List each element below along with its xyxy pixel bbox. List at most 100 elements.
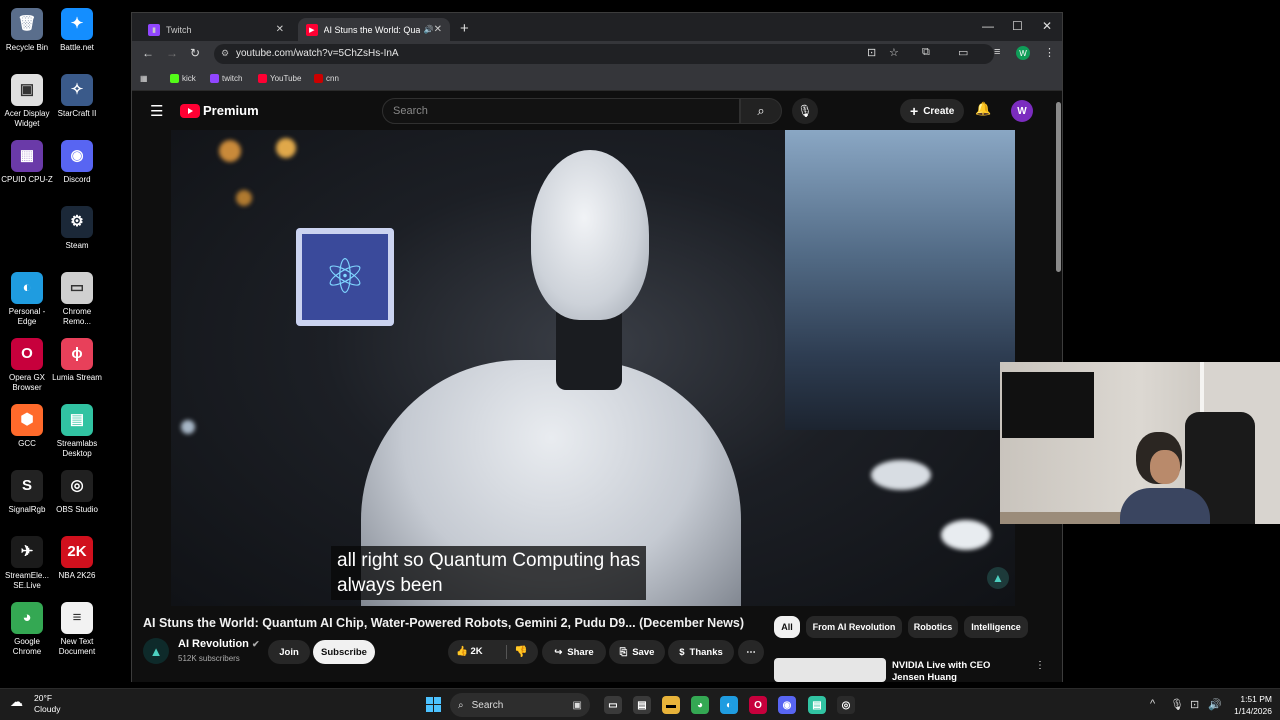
streamlabs-icon[interactable]: ▤ xyxy=(808,696,826,714)
microphone-icon[interactable]: 🎙 xyxy=(1170,698,1184,711)
bookmark-label: cnn xyxy=(326,74,339,83)
recommended-thumbnail[interactable] xyxy=(774,658,886,682)
thanks-button[interactable]: $ Thanks xyxy=(668,640,734,664)
channel-watermark-icon[interactable]: ▲ xyxy=(987,567,1009,589)
chip-robotics[interactable]: Robotics xyxy=(908,616,958,638)
desktop-icon-acer-display-widget[interactable]: ▣ Acer Display Widget xyxy=(0,74,55,129)
subscribe-button[interactable]: Subscribe xyxy=(313,640,375,664)
edge-icon[interactable]: ◐ xyxy=(720,696,738,714)
bookmark-youtube[interactable]: YouTube xyxy=(258,74,301,83)
chip-intelligence[interactable]: Intelligence xyxy=(964,616,1028,638)
dislike-button[interactable]: 👎 xyxy=(514,645,528,658)
taskbar-search[interactable]: ⌕ Search ▣ xyxy=(450,693,590,717)
save-button[interactable]: ⎘ Save xyxy=(609,640,665,664)
desktop-icon-nba-2k26[interactable]: 2K NBA 2K26 xyxy=(49,536,105,581)
profile-avatar[interactable]: W xyxy=(1016,46,1030,60)
desktop-icon-label: Acer Display Widget xyxy=(4,109,50,128)
desktop-icon-new-text-document[interactable]: ≡ New Text Document xyxy=(49,602,105,657)
opera-gx-icon[interactable]: O xyxy=(749,696,767,714)
youtube-logo[interactable]: Premium xyxy=(180,103,259,118)
tab-youtube[interactable]: ▶ AI Stuns the World: Quantu 🔊 ✕ xyxy=(298,18,450,41)
maximize-button[interactable]: ☐ xyxy=(1012,19,1023,33)
create-button[interactable]: + Create xyxy=(900,99,965,123)
desktop-icon-personal-edge[interactable]: ◐ Personal - Edge xyxy=(0,272,55,327)
reading-list-icon[interactable]: ≡ xyxy=(994,46,1000,58)
new-tab-button[interactable]: + xyxy=(460,20,469,37)
close-tab-icon[interactable]: ✕ xyxy=(276,24,284,35)
desktop-icon-obs-studio[interactable]: ◎ OBS Studio xyxy=(49,470,105,515)
desktop-icon-steam[interactable]: ⚙ Steam xyxy=(49,206,105,251)
bookmark-star-icon[interactable]: ☆ xyxy=(889,46,899,59)
recommended-title[interactable]: NVIDIA Live with CEO Jensen Huang xyxy=(892,660,1022,682)
desktop-icon-cpuid-cpu-z[interactable]: ▦ CPUID CPU-Z xyxy=(0,140,55,185)
audio-icon[interactable]: 🔊 xyxy=(424,25,434,34)
network-icon[interactable]: ⊡ xyxy=(1190,698,1199,711)
desktop-icon-gcc[interactable]: ⬢ GCC xyxy=(0,404,55,449)
share-icon: ↪ xyxy=(554,646,563,658)
desktop-icon-streamlabs-desktop[interactable]: ▤ Streamlabs Desktop xyxy=(49,404,105,459)
desktop-icon-starcraft-ii[interactable]: ✧ StarCraft II xyxy=(49,74,105,119)
discord-icon[interactable]: ◉ xyxy=(778,696,796,714)
app-icon: ✧ xyxy=(61,74,93,106)
voice-search-button[interactable]: 🎙 xyxy=(792,98,818,124)
desktop-icon-signalrgb[interactable]: S SignalRgb xyxy=(0,470,55,515)
scrollbar-thumb[interactable] xyxy=(1056,102,1061,272)
sidepanel-icon[interactable]: ▭ xyxy=(958,46,968,59)
more-actions-button[interactable]: ⋯ xyxy=(738,640,764,664)
clock[interactable]: 1:51 PM 1/14/2026 xyxy=(1222,693,1272,717)
start-button[interactable] xyxy=(426,697,441,712)
apps-icon[interactable]: ▦ xyxy=(140,74,148,83)
task-view-icon[interactable]: ▭ xyxy=(604,696,622,714)
site-info-icon[interactable]: ⚙ xyxy=(221,48,229,59)
minimize-button[interactable]: — xyxy=(982,19,994,33)
obs-icon[interactable]: ◎ xyxy=(837,696,855,714)
volume-icon[interactable]: 🔊 xyxy=(1208,698,1222,711)
desktop-icon-lumia-stream[interactable]: ϕ Lumia Stream xyxy=(49,338,105,383)
desktop-icon-chrome-remo[interactable]: ▭ Chrome Remo... xyxy=(49,272,105,327)
bookmark-twitch[interactable]: twitch xyxy=(210,74,242,83)
desktop-icon-battle-net[interactable]: ✦ Battle.net xyxy=(49,8,105,53)
cast-icon[interactable]: ⊡ xyxy=(867,46,876,59)
close-tab-icon[interactable]: ✕ xyxy=(434,24,442,35)
bokeh-light xyxy=(871,460,931,490)
webcam-person xyxy=(1120,432,1220,524)
recommended-menu-icon[interactable]: ⋮ xyxy=(1035,660,1045,671)
verified-icon: ✔ xyxy=(251,639,260,649)
back-icon[interactable]: ← xyxy=(142,46,154,60)
close-window-button[interactable]: ✕ xyxy=(1042,19,1052,33)
caption-line: all right so Quantum Computing has xyxy=(337,550,641,571)
chip-all[interactable]: All xyxy=(774,616,800,638)
address-bar: ← → ↻ ⚙ youtube.com/watch?v=5ChZsHs-InA … xyxy=(132,41,1062,67)
account-avatar[interactable]: W xyxy=(1011,100,1033,122)
share-button[interactable]: ↪ Share xyxy=(542,640,606,664)
forward-icon[interactable]: → xyxy=(166,46,178,60)
bookmark-cnn[interactable]: cnn xyxy=(314,74,339,83)
url-field[interactable]: ⚙ youtube.com/watch?v=5ChZsHs-InA xyxy=(214,44,994,64)
menu-icon[interactable]: ☰ xyxy=(150,102,163,120)
channel-name[interactable]: AI Revolution ✔ xyxy=(178,638,260,650)
extensions-icon[interactable]: ⧉ xyxy=(922,46,930,59)
menu-kebab-icon[interactable]: ⋮ xyxy=(1044,46,1055,59)
chip-from-ai-revolution[interactable]: From AI Revolution xyxy=(806,616,902,638)
tab-twitch[interactable]: ▮ Twitch ✕ xyxy=(140,18,292,41)
recommended-video[interactable]: NVIDIA Live with CEO Jensen Huang ⋮ xyxy=(774,658,1045,682)
bookmark-kick[interactable]: kick xyxy=(170,74,196,83)
search-input[interactable]: Search xyxy=(382,98,740,124)
widgets-icon[interactable]: ▤ xyxy=(633,696,651,714)
tray-overflow-icon[interactable]: ^ xyxy=(1150,698,1155,710)
file-explorer-icon[interactable]: ▬ xyxy=(662,696,680,714)
desktop-icon-google-chrome[interactable]: ◕ Google Chrome xyxy=(0,602,55,657)
desktop-icon-opera-gx-browser[interactable]: O Opera GX Browser xyxy=(0,338,55,393)
video-player[interactable]: ⚛ all right so Quantum Computing has alw… xyxy=(171,130,1015,606)
join-button[interactable]: Join xyxy=(268,640,310,664)
bookmark-label: twitch xyxy=(222,74,243,83)
notifications-icon[interactable]: 🔔 xyxy=(975,101,991,117)
desktop-icon-streamele-se-live[interactable]: ✈ StreamEle... SE.Live xyxy=(0,536,55,591)
desktop-icon-discord[interactable]: ◉ Discord xyxy=(49,140,105,185)
reload-icon[interactable]: ↻ xyxy=(190,46,200,60)
like-button[interactable]: 👍 2K xyxy=(456,646,483,657)
search-button[interactable]: ⌕ xyxy=(740,98,782,124)
channel-avatar[interactable]: ▲ xyxy=(143,638,169,664)
desktop-icon-recycle-bin[interactable]: 🗑 Recycle Bin xyxy=(0,8,55,53)
chrome-icon[interactable]: ◕ xyxy=(691,696,709,714)
